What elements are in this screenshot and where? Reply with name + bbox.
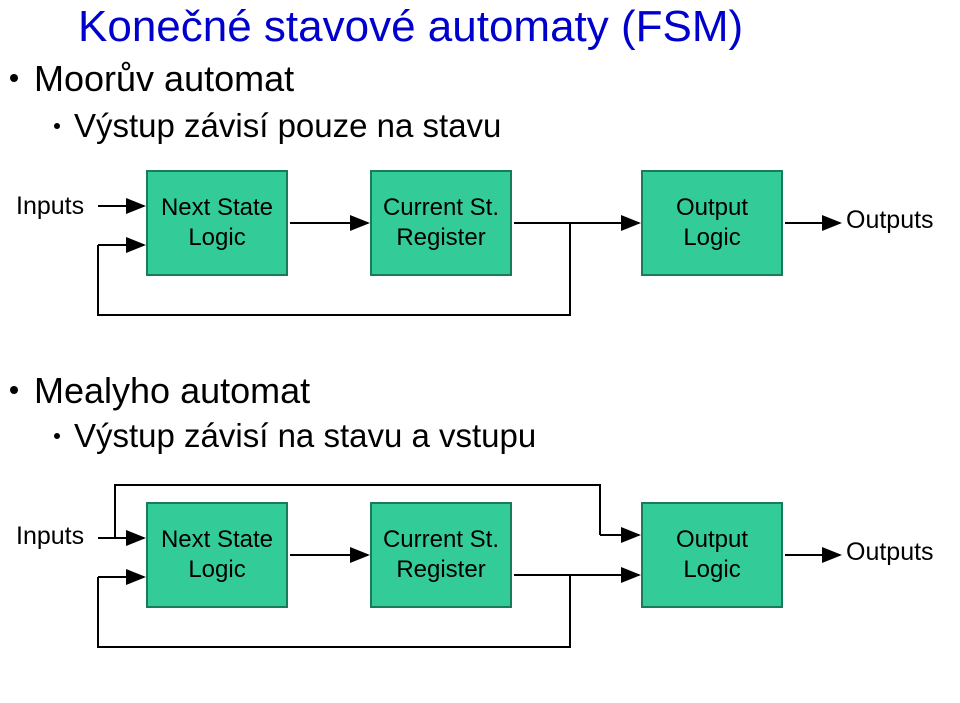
moor-desc-line: Výstup závisí pouze na stavu (54, 107, 501, 145)
mealy-heading: Mealyho automat (10, 370, 310, 412)
moor-heading: Moorův automat (10, 58, 294, 100)
bullet-icon (10, 74, 18, 82)
moor-name: Moorův automat (34, 58, 294, 99)
page-title: Konečné stavové automaty (FSM) (78, 2, 743, 52)
bullet-icon (54, 123, 60, 129)
mealy-diagram: Inputs Next State Logic Current St. Regi… (0, 480, 960, 690)
mealy-arrows (0, 480, 960, 690)
moor-desc: Výstup závisí pouze na stavu (74, 107, 501, 144)
bullet-icon (10, 386, 18, 394)
moor-diagram: Inputs Next State Logic Current St. Regi… (0, 170, 960, 360)
mealy-desc: Výstup závisí na stavu a vstupu (74, 417, 536, 454)
mealy-name: Mealyho automat (34, 370, 310, 411)
mealy-desc-line: Výstup závisí na stavu a vstupu (54, 417, 536, 455)
moor-arrows (0, 170, 960, 360)
bullet-icon (54, 433, 60, 439)
